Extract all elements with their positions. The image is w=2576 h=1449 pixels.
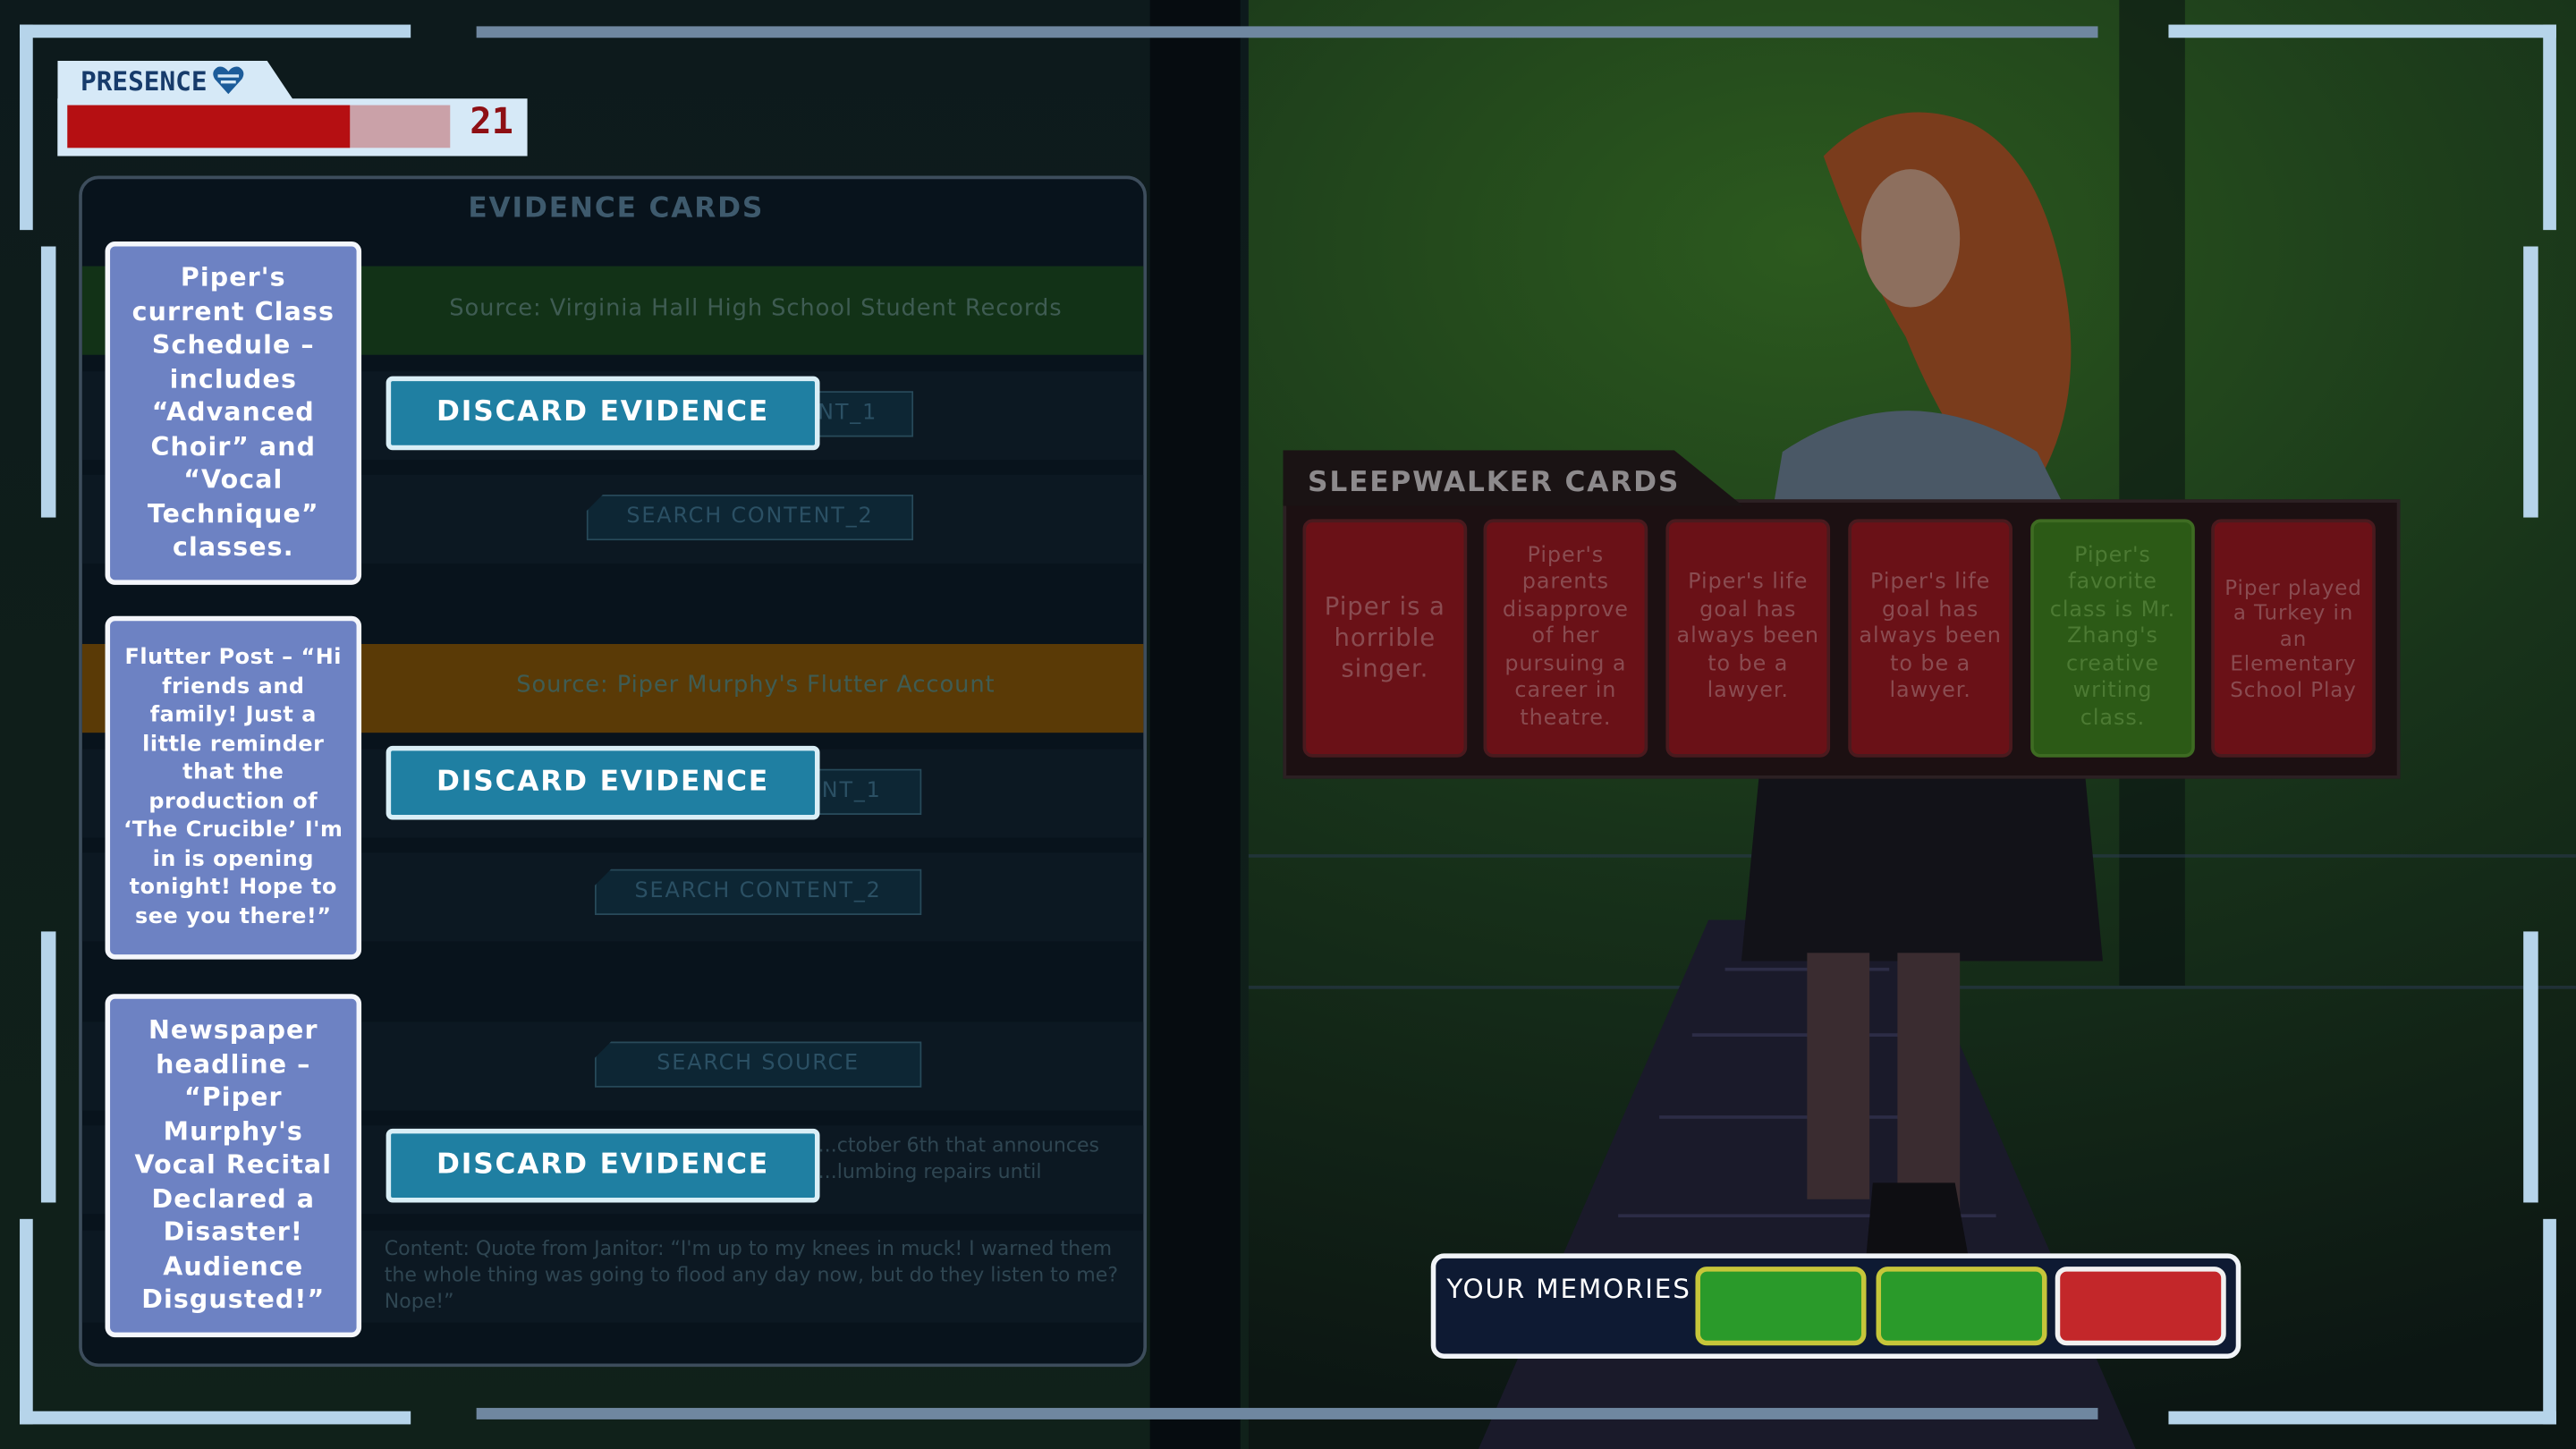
hud-frame xyxy=(20,1218,33,1425)
sleepwalker-card[interactable]: Piper's parents disapprove of her pursui… xyxy=(1483,519,1648,758)
hud-frame xyxy=(40,931,56,1203)
background-pillar xyxy=(1149,0,1241,1449)
sleepwalker-card[interactable]: Piper's favorite class is Mr. Zhang's cr… xyxy=(2030,519,2195,758)
sleepwalker-card-text: Piper's parents disapprove of her pursui… xyxy=(1502,543,1629,731)
hud-frame xyxy=(20,24,411,38)
sleepwalker-card[interactable]: Piper's life goal has always been to be … xyxy=(1848,519,2012,758)
evidence-card[interactable]: Piper's current Class Schedule – include… xyxy=(105,241,362,585)
hud-frame xyxy=(20,1411,411,1425)
content-text: Content: Quote from Janitor: “I'm up to … xyxy=(384,1237,1119,1313)
memory-slot xyxy=(1695,1267,1867,1346)
sleepwalker-card-text: Piper's life goal has always been to be … xyxy=(1676,570,1819,704)
discard-evidence-button[interactable]: DISCARD EVIDENCE xyxy=(386,745,820,820)
sleepwalker-card-text: Piper is a horrible singer. xyxy=(1324,591,1445,684)
evidence-card[interactable]: Newspaper headline – “Piper Murphy's Voc… xyxy=(105,994,362,1338)
hud-bottom-bar xyxy=(476,1408,2098,1419)
background-pillar-right xyxy=(2119,0,2185,987)
hud-frame xyxy=(2543,1218,2556,1425)
evidence-card-text: Flutter Post – “Hi friends and family! J… xyxy=(123,645,343,929)
search-content-2-button[interactable]: SEARCH CONTENT_2 xyxy=(586,494,914,541)
search-source-button[interactable]: SEARCH SOURCE xyxy=(594,1041,922,1088)
heart-icon xyxy=(213,66,244,95)
game-scene: PRESENCE 21 EVIDENCE CARDS Source: Virgi… xyxy=(0,0,2576,1449)
hud-frame xyxy=(2168,1411,2556,1425)
hud-frame xyxy=(2523,246,2538,518)
hud-frame xyxy=(2168,24,2556,38)
evidence-title: EVIDENCE CARDS xyxy=(468,191,765,225)
content-text: ...ctober 6th that announces ...lumbing … xyxy=(818,1133,1100,1183)
hud-frame xyxy=(40,246,56,518)
sleepwalker-title: SLEEPWALKER CARDS xyxy=(1308,466,1681,500)
hud-frame xyxy=(2523,931,2538,1203)
memory-slot xyxy=(2055,1267,2226,1346)
sleepwalker-card[interactable]: Piper played a Turkey in an Elementary S… xyxy=(2211,519,2376,758)
search-content-2-button[interactable]: SEARCH CONTENT_2 xyxy=(594,869,922,916)
discard-evidence-button[interactable]: DISCARD EVIDENCE xyxy=(386,1128,820,1203)
evidence-card-text: Piper's current Class Schedule – include… xyxy=(131,263,335,563)
hud-frame xyxy=(20,24,33,231)
evidence-card[interactable]: Flutter Post – “Hi friends and family! J… xyxy=(105,615,362,960)
evidence-card-text: Newspaper headline – “Piper Murphy's Voc… xyxy=(134,1015,333,1315)
presence-fill xyxy=(67,105,351,148)
discard-evidence-button[interactable]: DISCARD EVIDENCE xyxy=(386,376,820,451)
sleepwalker-card[interactable]: Piper is a horrible singer. xyxy=(1302,519,1468,758)
source-label: Source: Piper Murphy's Flutter Account xyxy=(516,672,996,699)
source-label: Source: Virginia Hall High School Studen… xyxy=(449,295,1063,322)
hud-top-bar xyxy=(476,26,2098,38)
sleepwalker-card-text: Piper played a Turkey in an Elementary S… xyxy=(2224,574,2362,701)
sleepwalker-card-text: Piper's favorite class is Mr. Zhang's cr… xyxy=(2049,543,2176,731)
memory-slot xyxy=(1876,1267,2047,1346)
presence-value: 21 xyxy=(470,101,513,143)
presence-label: PRESENCE xyxy=(80,65,208,97)
sleepwalker-card-text: Piper's life goal has always been to be … xyxy=(1859,570,2002,704)
sleepwalker-card[interactable]: Piper's life goal has always been to be … xyxy=(1665,519,1831,758)
memories-label: YOUR MEMORIES xyxy=(1446,1273,1691,1305)
hud-frame xyxy=(2543,24,2556,231)
